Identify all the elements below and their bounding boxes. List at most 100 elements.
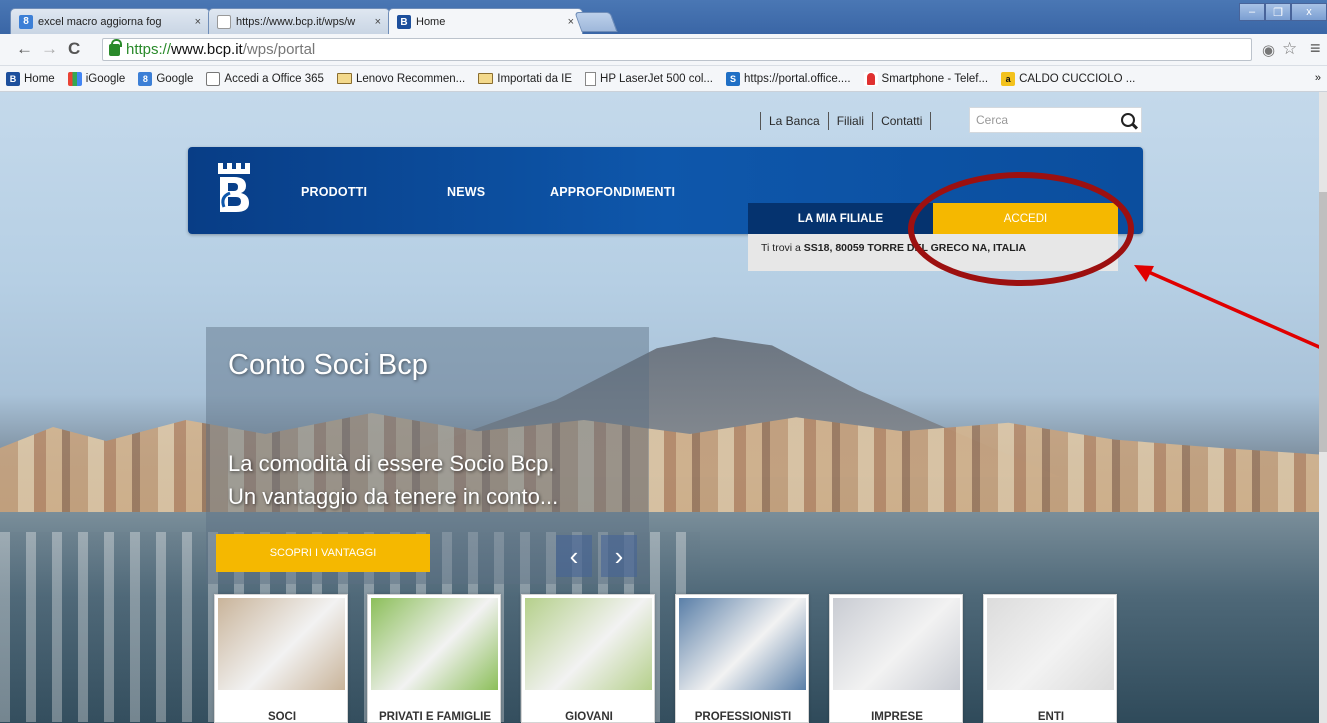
link-filiali[interactable]: Filiali — [837, 114, 864, 128]
bookmark-office365[interactable]: Accedi a Office 365 — [206, 71, 324, 86]
tab-home[interactable]: B Home × — [388, 8, 583, 35]
maximize-icon[interactable]: ❐ — [1265, 3, 1291, 21]
close-icon[interactable]: × — [369, 16, 381, 28]
scopri-vantaggi-button[interactable]: SCOPRI I VANTAGGI — [216, 534, 430, 572]
star-icon[interactable]: ☆ — [1282, 39, 1297, 59]
location-icon[interactable]: ◉ — [1262, 41, 1275, 59]
bookmark-igoogle[interactable]: iGoogle — [67, 71, 126, 86]
divider — [930, 112, 932, 130]
url-scheme: https:// — [126, 41, 172, 58]
slider-prev-icon[interactable]: ‹ — [556, 535, 592, 577]
page-icon — [217, 14, 231, 29]
card-privati-famiglie[interactable]: PRIVATI E FAMIGLIE — [367, 594, 501, 723]
page-icon — [585, 71, 597, 86]
card-image — [987, 598, 1114, 690]
card-label: GIOVANI — [565, 711, 613, 723]
bookmarks-overflow-icon[interactable]: » — [1315, 72, 1321, 84]
bookmark-smartphone[interactable]: Smartphone - Telef... — [863, 71, 989, 86]
card-soci[interactable]: SOCI — [214, 594, 348, 723]
page-viewport: La Banca Filiali Contatti Cerca PRODOTTI… — [0, 92, 1327, 723]
vodafone-icon — [863, 71, 878, 86]
bcp-icon: B — [6, 71, 20, 86]
bookmark-label: Accedi a Office 365 — [224, 72, 324, 85]
link-la-banca[interactable]: La Banca — [769, 114, 820, 128]
card-image — [833, 598, 960, 690]
forward-icon[interactable]: → — [41, 39, 58, 59]
google-icon: 8 — [138, 71, 153, 86]
divider — [872, 112, 874, 130]
bookmark-label: https://portal.office.... — [743, 72, 851, 85]
igoogle-icon — [67, 71, 82, 86]
bookmarks-bar: B Home iGoogle 8 Google Accedi a Office … — [0, 66, 1327, 92]
card-label: PROFESSIONISTI — [694, 711, 792, 723]
utility-links: La Banca Filiali Contatti — [752, 110, 939, 132]
search-icon[interactable] — [1121, 113, 1135, 127]
nav-news[interactable]: NEWS — [447, 185, 485, 199]
bookmark-label: CALDO CUCCIOLO ... — [1019, 72, 1136, 85]
bookmark-home[interactable]: B Home — [6, 71, 55, 86]
tab-title: Home — [416, 16, 446, 28]
card-image — [525, 598, 652, 690]
bookmark-portal-office[interactable]: S https://portal.office.... — [725, 71, 851, 86]
card-professionisti[interactable]: PROFESSIONISTI — [675, 594, 809, 723]
slider-next-icon[interactable]: › — [601, 535, 637, 577]
site-search-input[interactable]: Cerca — [969, 107, 1142, 133]
location-prefix: Ti trovi a — [761, 242, 804, 254]
bookmark-label: Google — [156, 72, 194, 85]
folder-icon — [478, 73, 494, 84]
link-contatti[interactable]: Contatti — [881, 114, 922, 128]
bookmark-lenovo[interactable]: Lenovo Recommen... — [336, 72, 466, 85]
bookmark-label: Smartphone - Telef... — [881, 72, 989, 85]
page-scrollbar[interactable] — [1319, 92, 1327, 723]
browser-toolbar: ← → C https:// www.bcp.it /wps/portal ◉ … — [0, 34, 1327, 66]
google-icon: 8 — [19, 14, 33, 29]
bookmark-hp[interactable]: HP LaserJet 500 col... — [585, 71, 713, 86]
card-label: PRIVATI E FAMIGLIE — [378, 711, 492, 723]
bcp-icon: B — [397, 15, 411, 29]
card-image — [679, 598, 806, 690]
card-image — [371, 598, 498, 690]
url-path: /wps/portal — [242, 41, 316, 58]
bookmark-caldo[interactable]: a CALDO CUCCIOLO ... — [1001, 71, 1136, 86]
card-image — [218, 598, 345, 690]
bookmark-label: HP LaserJet 500 col... — [600, 72, 713, 85]
card-giovani[interactable]: GIOVANI — [521, 594, 655, 723]
reload-icon[interactable]: C — [68, 39, 80, 59]
divider — [827, 112, 829, 130]
close-window-icon[interactable]: x — [1291, 3, 1327, 21]
nav-prodotti[interactable]: PRODOTTI — [301, 185, 367, 199]
scrollbar-thumb[interactable] — [1319, 192, 1327, 452]
bookmark-label: iGoogle — [85, 72, 126, 85]
bookmark-label: Home — [24, 72, 55, 85]
la-mia-filiale-button[interactable]: LA MIA FILIALE — [748, 203, 933, 234]
annotation-ellipse — [908, 172, 1134, 286]
minimize-icon[interactable]: – — [1239, 3, 1265, 21]
bookmark-label: Lenovo Recommen... — [355, 72, 466, 85]
tab-excel-macro[interactable]: 8 excel macro aggiorna fog × — [10, 8, 210, 34]
tab-title: https://www.bcp.it/wps/w — [236, 15, 356, 28]
new-tab-button[interactable] — [574, 12, 618, 32]
tab-title: excel macro aggiorna fog — [38, 15, 162, 28]
address-bar[interactable]: https:// www.bcp.it /wps/portal — [102, 38, 1252, 61]
menu-icon[interactable]: ≡ — [1310, 38, 1321, 59]
bookmark-label: Importati da IE — [497, 72, 573, 85]
promo-text-line-2: Un vantaggio da tenere in conto... — [228, 484, 559, 509]
close-icon[interactable]: × — [189, 16, 201, 28]
card-enti[interactable]: ENTI — [983, 594, 1117, 723]
folder-icon — [336, 73, 352, 84]
close-icon[interactable]: × — [562, 16, 574, 28]
card-imprese[interactable]: IMPRESE — [829, 594, 963, 723]
bookmark-importati[interactable]: Importati da IE — [478, 73, 572, 85]
bookmark-google[interactable]: 8 Google — [138, 71, 194, 86]
amazon-icon: a — [1001, 71, 1016, 86]
tab-bcp-wps[interactable]: https://www.bcp.it/wps/w × — [208, 8, 390, 34]
bcp-logo[interactable] — [216, 163, 252, 213]
card-label: SOCI — [267, 711, 297, 723]
lock-icon — [109, 38, 122, 56]
back-icon[interactable]: ← — [16, 39, 33, 59]
card-label: IMPRESE — [871, 711, 923, 723]
sharepoint-icon: S — [725, 71, 740, 86]
nav-approfondimenti[interactable]: APPROFONDIMENTI — [550, 185, 675, 199]
promo-text-line-1: La comodità di essere Socio Bcp. — [228, 451, 555, 476]
divider — [760, 112, 761, 130]
